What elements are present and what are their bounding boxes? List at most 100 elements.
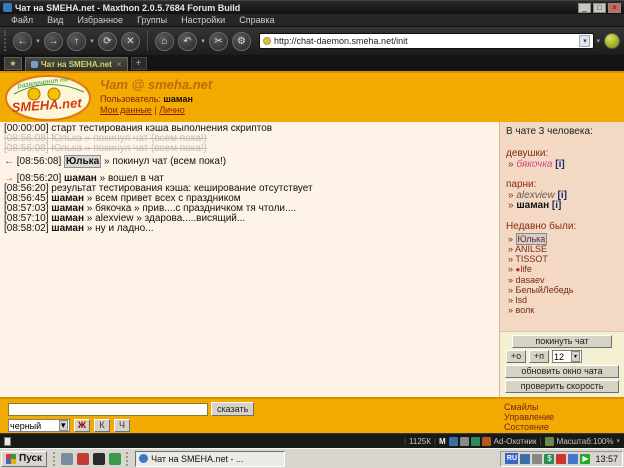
composer-link-2[interactable]: Управление <box>504 412 624 422</box>
language-indicator[interactable]: RU <box>505 453 518 464</box>
adhunter-label[interactable]: Ad-Охотник <box>494 437 537 446</box>
image-icon[interactable] <box>460 437 469 446</box>
composer-link-1[interactable]: Смайлы <box>504 402 624 412</box>
message-arrow-icon: ← <box>4 156 17 167</box>
recent-list-item: » БелыйЛебедь <box>508 285 618 295</box>
new-tab-button[interactable]: + <box>131 57 147 70</box>
quick-launch-icon-2[interactable] <box>77 453 89 465</box>
maximize-button[interactable]: □ <box>593 3 606 13</box>
recent-nickname[interactable]: ANILSE <box>515 244 547 254</box>
recent-nickname[interactable]: dasaev <box>516 275 545 285</box>
address-history-icon[interactable]: ▾ <box>596 37 600 45</box>
back-icon[interactable]: ← <box>13 32 32 51</box>
url-text[interactable]: http://chat-daemon.smeha.net/init <box>274 36 579 46</box>
favorites-star-icon[interactable]: ★ <box>4 57 22 70</box>
message-input[interactable] <box>8 403 208 416</box>
menu-item-2[interactable]: Вид <box>40 14 70 26</box>
user-info-link[interactable]: [i] <box>555 159 564 170</box>
globe-icon[interactable] <box>471 437 480 446</box>
system-tray: RU $▶ 13:57 <box>500 451 623 467</box>
message-nick: шаман <box>51 223 84 234</box>
update-icon[interactable] <box>532 454 542 464</box>
bullet-icon: » <box>508 295 516 305</box>
bullet-icon: » <box>508 234 516 244</box>
user-info-link[interactable]: [i] <box>552 200 561 211</box>
user-nickname[interactable]: бякочка <box>516 159 552 170</box>
italic-button[interactable]: К <box>94 419 110 432</box>
snapshot-icon[interactable] <box>545 437 554 446</box>
say-button[interactable]: сказать <box>211 402 254 416</box>
recent-list-item: » волк <box>508 305 618 315</box>
refresh-chat-button[interactable]: обновить окно чата <box>505 365 619 378</box>
home-icon[interactable]: ⌂ <box>155 32 174 51</box>
zoom-dropdown-icon[interactable]: ▾ <box>616 437 620 445</box>
composer-link-3[interactable]: Состояние <box>504 422 624 432</box>
tab-close-icon[interactable]: × <box>117 60 122 69</box>
back-dropdown-icon[interactable]: ▾ <box>34 37 42 45</box>
stop-icon[interactable]: ✕ <box>121 32 140 51</box>
antivirus-icon[interactable] <box>556 454 566 464</box>
chat-controls: покинуть чат +о +п 12 ▾ обновить окно ча… <box>500 331 624 397</box>
menu-item-1[interactable]: Файл <box>4 14 40 26</box>
history-dropdown-icon[interactable]: ▾ <box>88 37 96 45</box>
messenger-icon[interactable] <box>568 454 578 464</box>
chat-message-area[interactable]: [00:00:00] старт тестирования кэша выпол… <box>0 122 500 397</box>
menu-item-3[interactable]: Избранное <box>70 14 130 26</box>
minimize-button[interactable]: _ <box>578 3 591 13</box>
bold-button[interactable]: Ж <box>74 419 90 432</box>
undo-icon[interactable]: ↶ <box>178 32 197 51</box>
m-badge[interactable]: M <box>439 437 446 446</box>
recent-nickname[interactable]: life <box>520 264 532 274</box>
address-bar[interactable]: http://chat-daemon.smeha.net/init ▾ <box>259 33 594 49</box>
text-color-select[interactable]: черный ▾ <box>8 419 70 432</box>
private-link[interactable]: Лично <box>159 105 185 115</box>
message-text: покинул чат (всем пока!) <box>93 143 207 154</box>
close-button[interactable]: × <box>608 3 621 13</box>
network-icon[interactable] <box>520 454 530 464</box>
my-data-link[interactable]: Мои данные <box>100 105 152 115</box>
recent-nickname[interactable]: БелыйЛебедь <box>516 285 574 295</box>
underline-button[interactable]: Ч <box>114 419 130 432</box>
quick-launch-icon-1[interactable] <box>61 453 73 465</box>
quick-launch-icon-4[interactable] <box>109 453 121 465</box>
go-button[interactable] <box>604 33 620 49</box>
user-label: Пользователь: <box>100 94 161 104</box>
user-line: Пользователь: шаман <box>100 94 212 104</box>
page-icon <box>4 437 11 446</box>
taskbar-window-button[interactable]: Чат на SMEHA.net - ... <box>135 451 285 467</box>
monitor-icon[interactable] <box>449 437 458 446</box>
memory-usage: 1125К <box>409 437 431 446</box>
shield-icon[interactable] <box>482 437 491 446</box>
plus-o-button[interactable]: +о <box>506 350 526 363</box>
up-icon[interactable]: ↑ <box>67 32 86 51</box>
font-size-dropdown-icon[interactable]: ▾ <box>571 351 580 362</box>
snap-icon[interactable]: ✂ <box>209 32 228 51</box>
play-icon[interactable]: ▶ <box>580 454 590 464</box>
check-speed-button[interactable]: проверить скорость <box>505 380 619 393</box>
user-nickname[interactable]: шаман <box>516 200 549 211</box>
leave-chat-button[interactable]: покинуть чат <box>512 335 612 348</box>
recent-nickname[interactable]: lsd <box>516 295 528 305</box>
forward-icon[interactable]: → <box>44 32 63 51</box>
menu-item-5[interactable]: Настройки <box>174 14 232 26</box>
message-text: покинул чат (всем пока!) <box>112 156 226 167</box>
toolbar: ←▾→↑▾⟳✕⌂↶▾✂⚙ http://chat-daemon.smeha.ne… <box>0 27 624 55</box>
recent-nickname[interactable]: волк <box>516 305 535 315</box>
money-icon[interactable]: $ <box>544 454 554 464</box>
color-dropdown-icon[interactable]: ▾ <box>59 420 68 431</box>
menu-bar: ФайлВидИзбранноеГруппыНастройкиСправка <box>0 14 624 27</box>
start-button[interactable]: Пуск <box>1 451 47 467</box>
plus-p-button[interactable]: +п <box>529 350 549 363</box>
zoom-level[interactable]: Масштаб:100% <box>557 437 614 446</box>
menu-item-4[interactable]: Группы <box>130 14 174 26</box>
undo-dropdown-icon[interactable]: ▾ <box>199 37 207 45</box>
refresh-icon[interactable]: ⟳ <box>98 32 117 51</box>
menu-item-6[interactable]: Справка <box>232 14 281 26</box>
recent-nickname[interactable]: TISSOT <box>515 254 548 264</box>
font-size-select[interactable]: 12 ▾ <box>552 350 582 363</box>
tab-chat-smeha[interactable]: Чат на SMEHA.net × <box>25 57 128 71</box>
quick-launch-icon-3[interactable] <box>93 453 105 465</box>
message-nick: Юлька <box>51 143 82 154</box>
tools-icon[interactable]: ⚙ <box>232 32 251 51</box>
address-dropdown-icon[interactable]: ▾ <box>579 35 590 47</box>
